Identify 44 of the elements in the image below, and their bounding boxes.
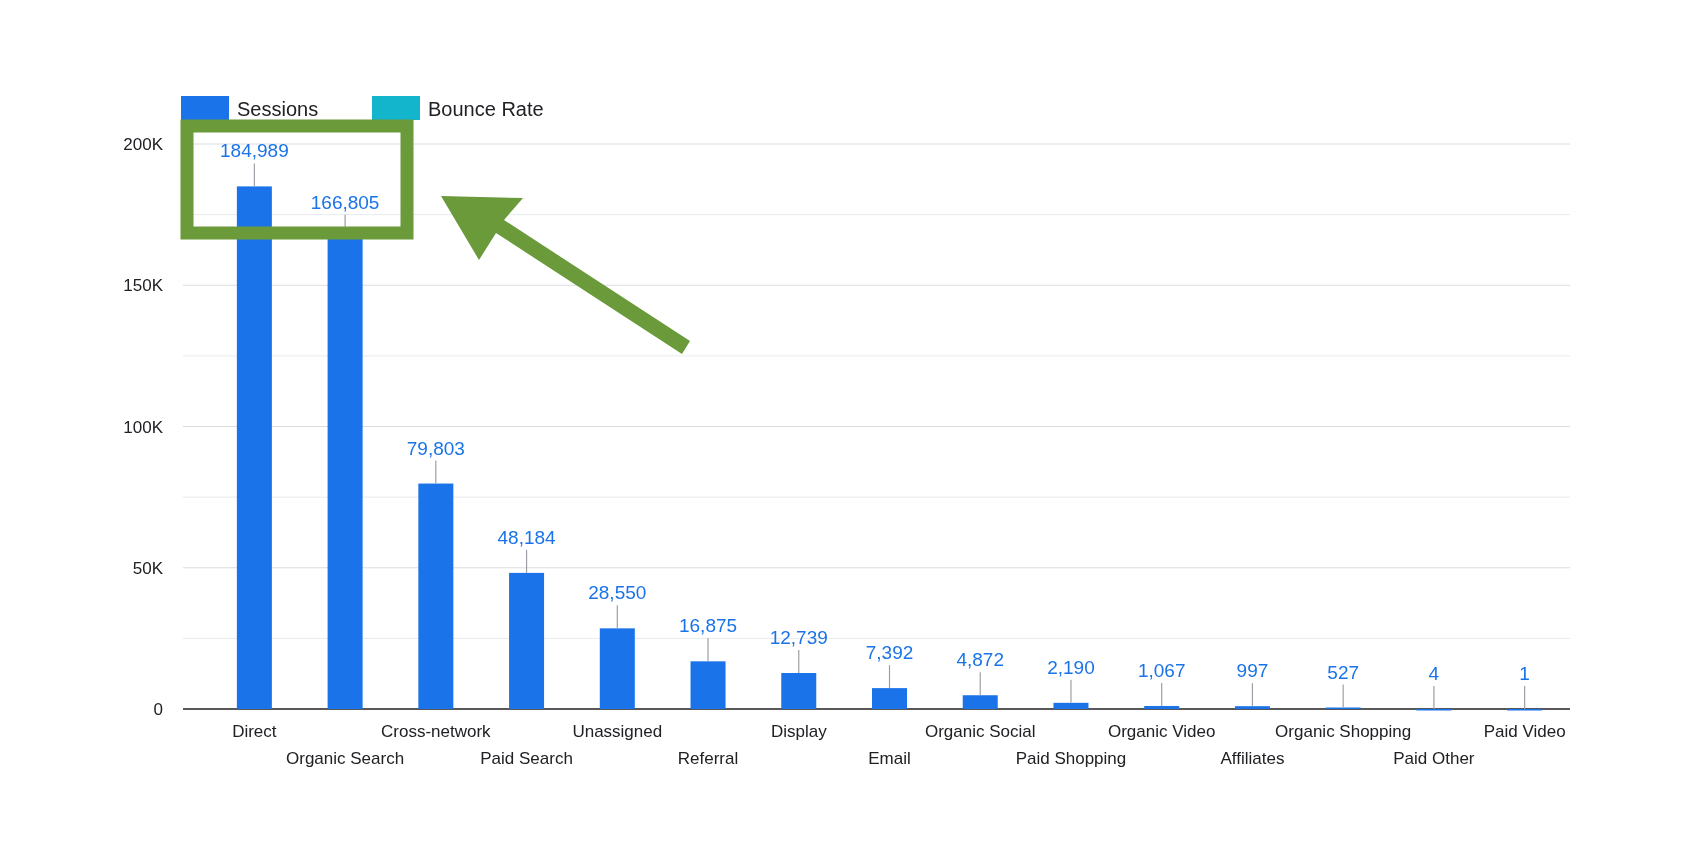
bar <box>872 688 907 709</box>
x-axis-label: Affiliates <box>1220 749 1285 768</box>
bar <box>1144 706 1180 709</box>
bar <box>1234 706 1270 709</box>
value-label: 48,184 <box>497 526 556 548</box>
x-axis-label: Unassigned <box>572 722 663 741</box>
legend-label: Sessions <box>237 98 319 120</box>
x-axis-label: Paid Search <box>480 749 573 768</box>
value-label: 1,067 <box>1137 660 1186 681</box>
y-axis-label: 50K <box>132 558 163 578</box>
value-label: 4 <box>1428 663 1440 684</box>
value-label: 4,872 <box>956 649 1004 671</box>
x-axis-label: Cross-network <box>381 722 491 741</box>
bar <box>690 661 726 709</box>
bar <box>962 695 998 709</box>
x-axis-label: Paid Shopping <box>1015 749 1127 768</box>
x-axis-label: Display <box>770 722 827 741</box>
bar <box>1053 702 1089 709</box>
x-axis-label: Email <box>868 749 911 768</box>
x-axis-label: Organic Shopping <box>1275 722 1412 741</box>
x-axis-label: Organic Video <box>1108 722 1216 741</box>
value-label: 997 <box>1236 660 1269 682</box>
y-axis-label: 0 <box>153 700 163 719</box>
value-label: 2,190 <box>1047 656 1095 678</box>
x-axis-label: Organic Search <box>286 749 405 768</box>
bar <box>781 673 817 709</box>
x-axis-label: Paid Video <box>1483 722 1566 741</box>
y-axis-label: 150K <box>123 276 163 296</box>
value-label: 79,803 <box>406 437 465 459</box>
x-axis-label: Referral <box>677 749 739 768</box>
x-axis-label: Organic Social <box>924 722 1036 741</box>
value-label: 166,805 <box>310 191 380 213</box>
value-label: 12,739 <box>769 627 828 648</box>
y-axis-label: 100K <box>123 417 163 437</box>
value-label: 16,875 <box>678 615 738 637</box>
x-axis-label: Paid Other <box>1393 749 1475 768</box>
value-label: 1 <box>1519 663 1530 684</box>
legend-label: Bounce Rate <box>428 98 544 120</box>
value-label: 7,392 <box>865 642 914 664</box>
value-label: 527 <box>1327 661 1359 683</box>
value-label: 184,989 <box>220 140 289 162</box>
y-axis-label: 200K <box>123 135 163 154</box>
value-label: 28,550 <box>588 582 647 604</box>
x-axis-label: Direct <box>232 722 277 741</box>
